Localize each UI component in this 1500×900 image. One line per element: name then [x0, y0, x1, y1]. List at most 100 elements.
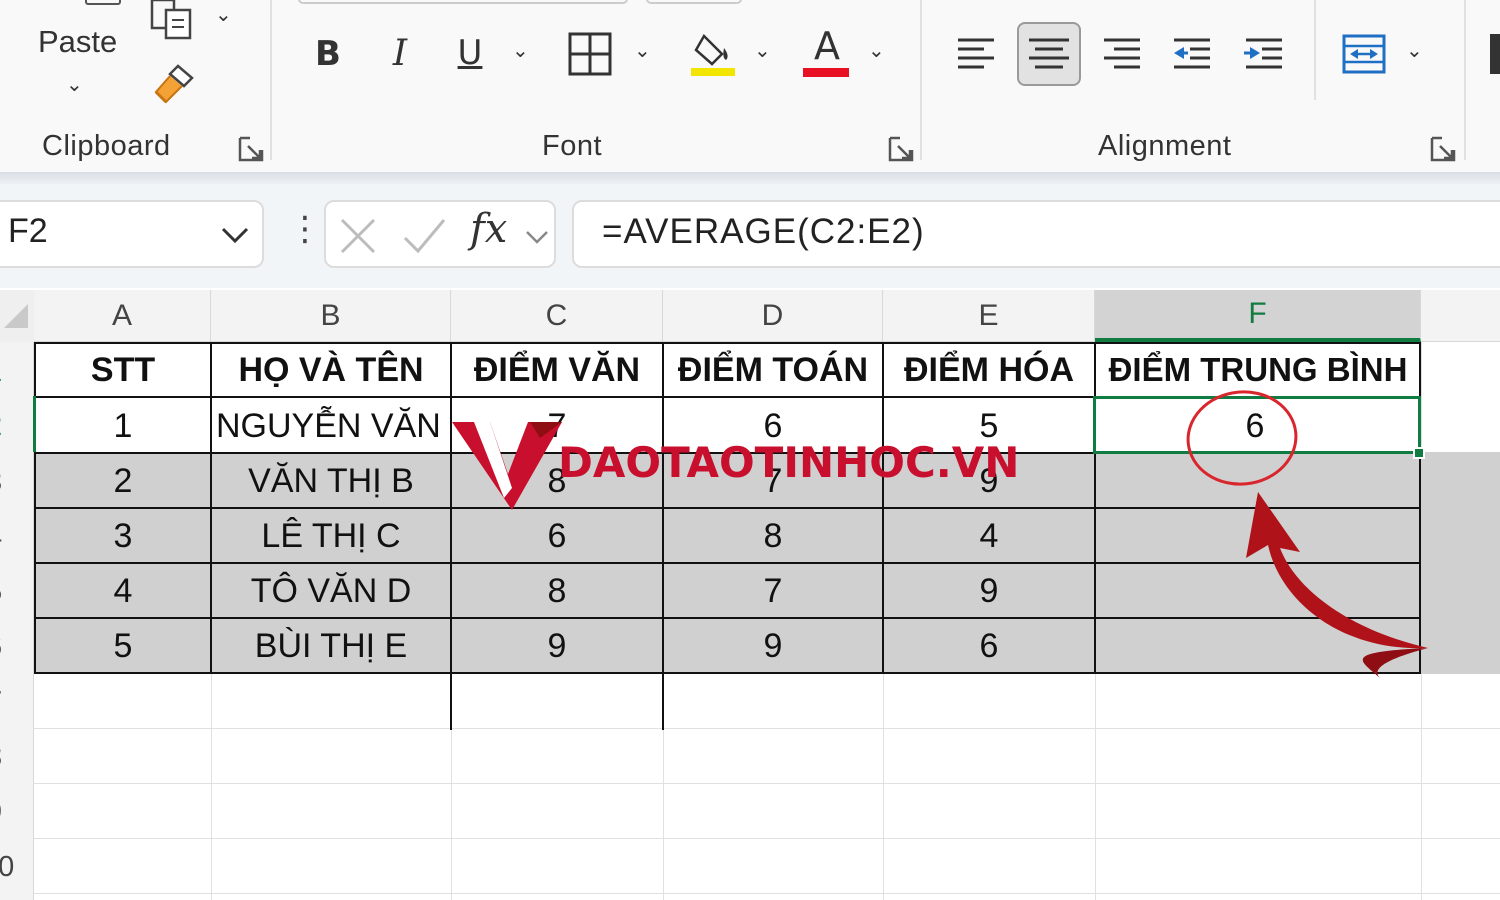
cell-a6[interactable]: 5 [36, 620, 210, 672]
column-header-f[interactable]: F [1095, 290, 1421, 342]
cell-e6[interactable]: 6 [884, 620, 1094, 672]
column-header-c[interactable]: C [451, 290, 663, 342]
cell-b4[interactable]: LÊ THỊ C [212, 510, 450, 562]
cell-c6[interactable]: 9 [452, 620, 662, 672]
more-options-icon[interactable]: ⋮ [288, 212, 322, 246]
cell-d1[interactable]: ĐIỂM TOÁN [664, 344, 882, 396]
cell-f4[interactable] [1096, 510, 1420, 562]
italic-button[interactable]: I [378, 28, 422, 78]
formula-text: =AVERAGE(C2:E2) [602, 212, 925, 251]
cell-b2[interactable]: NGUYỄN VĂN A [216, 400, 446, 452]
increase-indent-icon[interactable] [1240, 30, 1288, 78]
cancel-icon[interactable] [338, 216, 378, 261]
bold-button[interactable]: B [306, 30, 350, 78]
cell-a1[interactable]: STT [36, 344, 210, 396]
merge-center-dropdown-icon[interactable]: ⌄ [1406, 38, 1423, 63]
wrap-text-icon[interactable] [1490, 34, 1500, 74]
top-align-box[interactable] [946, 0, 1206, 2]
enter-icon[interactable] [402, 216, 446, 261]
ribbon-bottom-edge [0, 172, 1500, 184]
cell-f6[interactable] [1096, 620, 1420, 672]
row-header-6[interactable]: 6 [0, 631, 20, 664]
paste-icon[interactable] [46, 0, 122, 10]
font-name-box[interactable] [298, 0, 628, 4]
cell-d6[interactable]: 9 [664, 620, 882, 672]
row-header-9[interactable]: 9 [0, 796, 20, 829]
ribbon: Paste ⌄ ⌄ Clipboard B I U ⌄ ⌄ ⌄ A ⌄ Font… [0, 0, 1500, 178]
fill-handle[interactable] [1413, 447, 1425, 459]
cell-f5[interactable] [1096, 565, 1420, 617]
watermark-text: DAOTAOTINHOC.VN [558, 438, 1020, 487]
align-center-button[interactable] [1017, 22, 1081, 86]
cell-b1[interactable]: HỌ VÀ TÊN [212, 344, 450, 396]
align-left-icon[interactable] [952, 30, 1000, 78]
alignment-dialog-launcher-icon[interactable] [1430, 136, 1456, 162]
name-box-dropdown-icon[interactable] [220, 224, 250, 251]
ribbon-separator [1314, 0, 1316, 100]
align-right-icon[interactable] [1098, 30, 1146, 78]
cell-c5[interactable]: 8 [452, 565, 662, 617]
copy-dropdown-icon[interactable]: ⌄ [215, 2, 232, 27]
ribbon-separator [1464, 0, 1466, 160]
underline-button[interactable]: U [448, 28, 492, 78]
cell-b5[interactable]: TÔ VĂN D [212, 565, 450, 617]
table-border [34, 562, 1421, 564]
row-header-3[interactable]: 3 [0, 466, 20, 499]
cell-e5[interactable]: 9 [884, 565, 1094, 617]
row-header-1[interactable]: 1 [0, 356, 20, 389]
name-box-value: F2 [8, 212, 48, 250]
cell-b6[interactable]: BÙI THỊ E [212, 620, 450, 672]
column-header-g[interactable] [1421, 290, 1500, 342]
cell-a3[interactable]: 2 [36, 455, 210, 507]
ribbon-separator [920, 0, 922, 160]
worksheet-grid[interactable]: A B C D E F 1 2 3 4 5 6 7 8 9 10 STT HỌ … [0, 290, 1500, 900]
grid-line [34, 783, 1500, 784]
cell-e1[interactable]: ĐIỂM HÓA [884, 344, 1094, 396]
borders-icon[interactable] [566, 30, 614, 78]
font-color-bar [803, 68, 849, 77]
insert-function-button[interactable]: fx [470, 206, 507, 252]
clipboard-dialog-launcher-icon[interactable] [238, 136, 264, 162]
column-header-b[interactable]: B [211, 290, 451, 342]
cell-b3[interactable]: VĂN THỊ B [212, 455, 450, 507]
clipboard-group-label: Clipboard [42, 130, 171, 162]
grid-line [34, 728, 1500, 729]
cell-f1[interactable]: ĐIỂM TRUNG BÌNH [1096, 344, 1420, 396]
fill-color-icon[interactable] [688, 28, 740, 80]
cell-a5[interactable]: 4 [36, 565, 210, 617]
fill-color-dropdown-icon[interactable]: ⌄ [754, 38, 771, 63]
underline-dropdown-icon[interactable]: ⌄ [512, 38, 529, 63]
font-dialog-launcher-icon[interactable] [888, 136, 914, 162]
paste-dropdown-icon[interactable]: ⌄ [66, 72, 83, 97]
format-painter-icon[interactable] [148, 62, 200, 112]
column-header-e[interactable]: E [883, 290, 1095, 342]
cell-d5[interactable]: 7 [664, 565, 882, 617]
font-group-label: Font [542, 130, 603, 162]
table-border [34, 342, 1421, 344]
column-header-d[interactable]: D [663, 290, 883, 342]
select-all-button[interactable] [0, 290, 34, 342]
row-header-2[interactable]: 2 [0, 410, 20, 443]
cell-c1[interactable]: ĐIỂM VĂN [452, 344, 662, 396]
font-color-dropdown-icon[interactable]: ⌄ [868, 38, 885, 63]
cell-a4[interactable]: 3 [36, 510, 210, 562]
paste-button[interactable]: Paste [38, 24, 117, 60]
font-size-box[interactable] [646, 0, 742, 4]
copy-icon[interactable] [148, 0, 198, 40]
logo-v-icon [452, 422, 562, 510]
merge-center-icon[interactable] [1338, 30, 1390, 78]
fx-dropdown-icon[interactable] [524, 228, 550, 251]
row-header-8[interactable]: 8 [0, 741, 20, 774]
cell-f3[interactable] [1096, 455, 1420, 507]
active-cell-border [1093, 396, 1421, 454]
borders-dropdown-icon[interactable]: ⌄ [634, 38, 651, 63]
alignment-group-label: Alignment [1098, 130, 1232, 162]
decrease-indent-icon[interactable] [1168, 30, 1216, 78]
table-border [34, 617, 1421, 619]
row-header-4[interactable]: 4 [0, 521, 20, 554]
row-header-5[interactable]: 5 [0, 576, 20, 609]
row-header-7[interactable]: 7 [0, 686, 20, 719]
cell-a2[interactable]: 1 [36, 400, 210, 452]
row-header-10[interactable]: 10 [0, 851, 16, 884]
column-header-a[interactable]: A [34, 290, 211, 342]
